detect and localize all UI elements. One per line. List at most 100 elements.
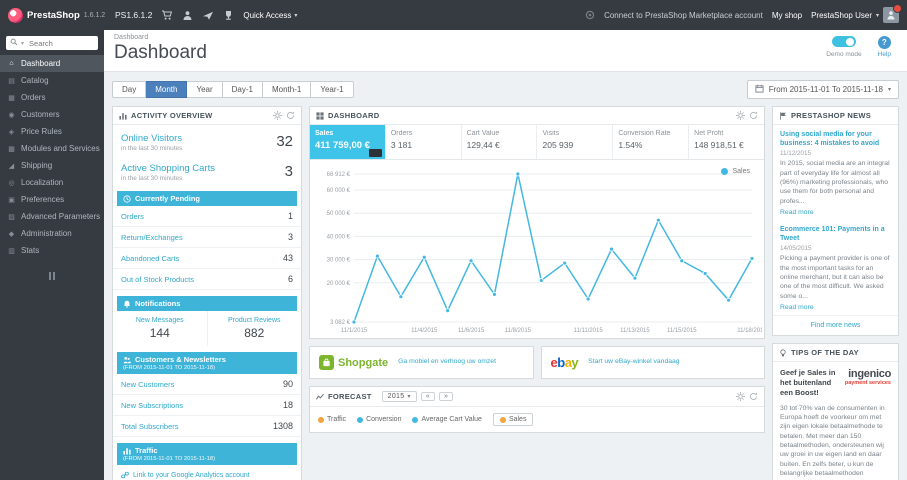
- new-customers-row[interactable]: New Customers 90: [113, 374, 301, 395]
- news-article-link[interactable]: Ecommerce 101: Payments in a Tweet: [780, 225, 891, 243]
- prestashop-logo[interactable]: PrestaShop 1.6.1.2: [8, 7, 106, 23]
- refresh-icon[interactable]: [749, 392, 758, 401]
- gear-icon[interactable]: [736, 111, 745, 120]
- module-promos: Shopgate Ga mobiel en verhoog uw omzet e…: [309, 346, 765, 379]
- page-title: Dashboard: [114, 42, 207, 63]
- kpi-visits[interactable]: Visits 205 939: [537, 125, 614, 159]
- svg-text:66 912 €: 66 912 €: [327, 172, 351, 178]
- gear-icon[interactable]: [273, 111, 282, 120]
- demo-mode-toggle[interactable]: [831, 36, 856, 47]
- range-button-year-1[interactable]: Year-1: [311, 81, 354, 98]
- marketplace-link[interactable]: Connect to PrestaShop Marketplace accoun…: [604, 11, 763, 20]
- find-more-news-link[interactable]: Find more news: [773, 315, 898, 335]
- shopgate-logo: Shopgate: [319, 355, 388, 370]
- sidebar-search[interactable]: ▾: [6, 36, 98, 50]
- sidebar-item-dashboard[interactable]: ⌂ Dashboard: [0, 55, 104, 72]
- range-button-day-1[interactable]: Day-1: [222, 81, 263, 98]
- forecast-panel: FORECAST 2015 ▾ « » Traffic Conversion A…: [309, 386, 765, 433]
- refresh-icon[interactable]: [749, 111, 758, 120]
- sidebar-item-shipping[interactable]: ◢ Shipping: [0, 157, 104, 174]
- date-range-picker[interactable]: From 2015-11-01 To 2015-11-18 ▾: [746, 80, 899, 99]
- search-scope-caret-icon[interactable]: ▾: [21, 40, 24, 47]
- user-menu[interactable]: PrestaShop User ▾: [811, 4, 902, 23]
- news-date: 14/05/2015: [780, 245, 812, 253]
- chart-legend[interactable]: Sales: [721, 168, 750, 175]
- news-article-link[interactable]: Using social media for your business: 4 …: [780, 130, 891, 148]
- svg-text:40 000 €: 40 000 €: [327, 234, 351, 240]
- customers-topbar-icon[interactable]: [182, 10, 193, 21]
- total-subscribers-row[interactable]: Total Subscribers 1308: [113, 416, 301, 437]
- new-subscriptions-row[interactable]: New Subscriptions 18: [113, 395, 301, 416]
- news-excerpt: In 2015, social media are an integral pa…: [780, 160, 890, 205]
- refresh-icon[interactable]: [286, 111, 295, 120]
- next-year-button[interactable]: »: [438, 392, 454, 401]
- sidebar-item-localization[interactable]: ◎ Localization: [0, 174, 104, 191]
- orders-cart-icon[interactable]: [161, 10, 173, 21]
- active-carts-link[interactable]: Active Shopping Carts: [121, 163, 215, 174]
- svg-text:50 000 €: 50 000 €: [327, 211, 351, 217]
- kpi-orders[interactable]: Orders 3 181: [386, 125, 462, 159]
- trophy-icon[interactable]: [223, 10, 234, 21]
- sidebar-item-label: Advanced Parameters: [21, 212, 101, 221]
- pending-returns-row[interactable]: Return/Exchanges 3: [113, 227, 301, 248]
- online-visitors-sub: in the last 30 minutes: [121, 145, 183, 152]
- advanced-parameters-icon: ▨: [8, 213, 15, 221]
- google-analytics-link[interactable]: Link to your Google Analytics account: [113, 465, 301, 480]
- pending-orders-row[interactable]: Orders 1: [113, 206, 301, 227]
- shopgate-link[interactable]: Ga mobiel en verhoog uw omzet: [398, 358, 496, 367]
- toggle-conversion[interactable]: Conversion: [357, 416, 401, 423]
- demo-mode-label: Demo mode: [826, 51, 862, 58]
- range-button-month[interactable]: Month: [146, 81, 188, 98]
- online-visitors-link[interactable]: Online Visitors: [121, 133, 182, 144]
- gear-icon[interactable]: [736, 392, 745, 401]
- kpi-sales[interactable]: Sales 411 759,00 €: [310, 125, 386, 159]
- read-more-link[interactable]: Read more: [780, 304, 814, 311]
- search-input[interactable]: [27, 37, 90, 49]
- lightbulb-icon: [779, 349, 787, 357]
- my-shop-link[interactable]: My shop: [772, 11, 802, 20]
- toggle-average-cart-value[interactable]: Average Cart Value: [412, 416, 482, 423]
- sidebar-item-modules[interactable]: ▩ Modules and Services: [0, 140, 104, 157]
- product-reviews-cell[interactable]: Product Reviews 882: [208, 311, 302, 346]
- new-messages-cell[interactable]: New Messages 144: [113, 311, 208, 346]
- panel-title: PRESTASHOP NEWS: [791, 111, 872, 120]
- sidebar-item-advanced-parameters[interactable]: ▨ Advanced Parameters: [0, 208, 104, 225]
- out-of-stock-row[interactable]: Out of Stock Products 6: [113, 269, 301, 290]
- dashboard-icon: ⌂: [9, 60, 14, 67]
- ingenico-logo: ingenico payment services: [844, 368, 891, 387]
- help-label[interactable]: Help: [878, 51, 891, 58]
- toggle-sales[interactable]: Sales: [492, 413, 534, 426]
- svg-text:11/13/2015: 11/13/2015: [620, 328, 650, 334]
- sidebar-item-preferences[interactable]: ▣ Preferences: [0, 191, 104, 208]
- sidebar-item-label: Modules and Services: [21, 144, 100, 153]
- breadcrumb[interactable]: Dashboard: [114, 34, 897, 41]
- collapse-sidebar-button[interactable]: [0, 268, 104, 284]
- range-button-month-1[interactable]: Month-1: [262, 81, 312, 98]
- avatar[interactable]: [883, 4, 902, 23]
- quick-access-label: Quick Access: [243, 10, 292, 20]
- range-button-day[interactable]: Day: [112, 81, 147, 98]
- messages-icon[interactable]: [202, 10, 214, 21]
- panel-title: ACTIVITY OVERVIEW: [131, 111, 213, 120]
- sidebar-item-stats[interactable]: ▥ Stats: [0, 242, 104, 259]
- svg-text:11/8/2015: 11/8/2015: [505, 328, 532, 334]
- chevron-down-icon: ▾: [875, 12, 879, 19]
- toggle-traffic[interactable]: Traffic: [318, 416, 346, 423]
- year-select[interactable]: 2015 ▾: [381, 391, 417, 402]
- prev-year-button[interactable]: «: [420, 392, 435, 401]
- read-more-link[interactable]: Read more: [780, 209, 814, 216]
- range-button-year[interactable]: Year: [187, 81, 223, 98]
- sidebar-item-price-rules[interactable]: ◈ Price Rules: [0, 123, 104, 140]
- sidebar-item-catalog[interactable]: ▤ Catalog: [0, 72, 104, 89]
- abandoned-carts-row[interactable]: Abandoned Carts 43: [113, 248, 301, 269]
- tips-of-the-day-panel: TIPS OF THE DAY Geef je Sales in het bui…: [772, 343, 899, 480]
- kpi-conversion-rate[interactable]: Conversion Rate 1.54%: [613, 125, 690, 159]
- sidebar-item-administration[interactable]: ◆ Administration: [0, 225, 104, 242]
- quick-access-menu[interactable]: Quick Access ▾: [243, 11, 297, 20]
- kpi-net-profit[interactable]: Net Profit 148 918,51 €: [689, 125, 764, 159]
- ebay-link[interactable]: Start uw eBay-winkel vandaag: [588, 358, 679, 367]
- kpi-cart-value[interactable]: Cart Value 129,44 €: [462, 125, 538, 159]
- sidebar-item-customers[interactable]: ◉ Customers: [0, 106, 104, 123]
- help-icon[interactable]: ?: [877, 36, 891, 49]
- sidebar-item-orders[interactable]: ▦ Orders: [0, 89, 104, 106]
